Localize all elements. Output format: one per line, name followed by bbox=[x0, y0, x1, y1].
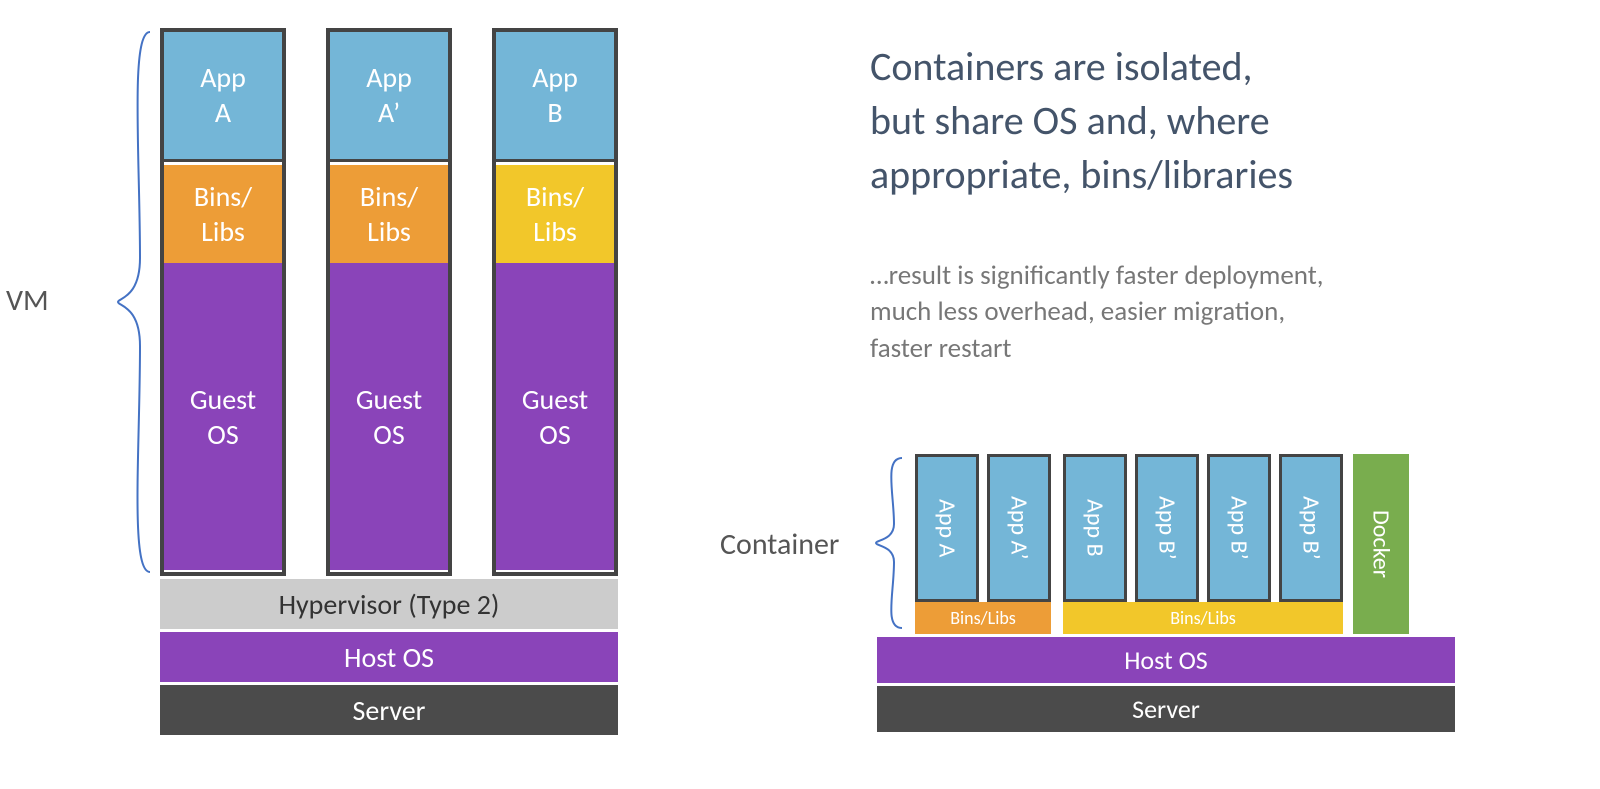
container-brace-icon bbox=[870, 454, 910, 632]
container-app-1: App A’ bbox=[987, 454, 1051, 602]
vm-brace-icon bbox=[110, 28, 160, 576]
vm-col1-os: Guest OS bbox=[329, 263, 449, 570]
subtext: …result is significantly faster deployme… bbox=[870, 258, 1324, 367]
vm-col2-app: App B bbox=[492, 28, 618, 162]
vm-server: Server bbox=[160, 685, 618, 735]
vm-col2-os: Guest OS bbox=[495, 263, 615, 570]
container-app-5: App B’ bbox=[1279, 454, 1343, 602]
container-app-2: App B bbox=[1063, 454, 1127, 602]
vm-label: VM bbox=[6, 282, 49, 319]
container-libs-1: Bins/Libs bbox=[915, 602, 1051, 634]
vm-col0-app: App A bbox=[160, 28, 286, 162]
headline-text: Containers are isolated, but share OS an… bbox=[870, 40, 1293, 202]
container-app-3: App B’ bbox=[1135, 454, 1199, 602]
container-docker: Docker bbox=[1353, 454, 1409, 634]
vm-col0-os: Guest OS bbox=[163, 263, 283, 570]
vm-col1-lib: Bins/ Libs bbox=[329, 165, 449, 263]
vm-col1-app: App A’ bbox=[326, 28, 452, 162]
container-app-4: App B’ bbox=[1207, 454, 1271, 602]
container-libs-2: Bins/Libs bbox=[1063, 602, 1343, 634]
container-server: Server bbox=[877, 686, 1455, 732]
container-label: Container bbox=[720, 526, 839, 563]
container-app-0: App A bbox=[915, 454, 979, 602]
vm-hypervisor: Hypervisor (Type 2) bbox=[160, 579, 618, 629]
vm-col2-lib: Bins/ Libs bbox=[495, 165, 615, 263]
vm-col0-lib: Bins/ Libs bbox=[163, 165, 283, 263]
container-host-os: Host OS bbox=[877, 637, 1455, 683]
vm-host-os: Host OS bbox=[160, 632, 618, 682]
